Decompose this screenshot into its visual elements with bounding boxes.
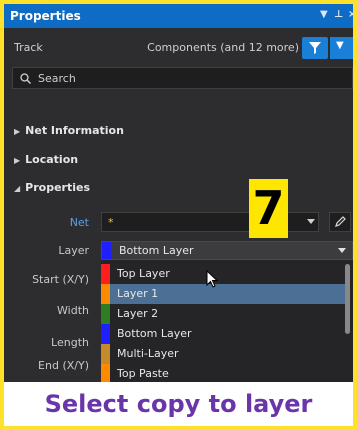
search-icon (20, 73, 31, 84)
collapsed-arrow-icon: ▶ (14, 127, 21, 136)
net-value: * (108, 216, 114, 229)
panel-titlebar: Properties ▼ ⊥ × (4, 4, 353, 28)
panel-title: Properties (10, 9, 81, 23)
components-filter-label[interactable]: Components (and 12 more) (147, 41, 299, 54)
layer-option-multi-layer[interactable]: Multi-Layer (101, 344, 345, 364)
layer-label: Layer (58, 244, 89, 257)
chevron-down-icon: ▼ (336, 40, 344, 51)
layer-swatch (101, 344, 110, 364)
expanded-arrow-icon: ◢ (14, 184, 21, 193)
section-label: Properties (25, 181, 90, 194)
edit-net-button[interactable] (329, 212, 351, 232)
section-location[interactable]: ▶ Location (14, 153, 78, 166)
layer-option-layer-1[interactable]: Layer 1 (101, 284, 345, 304)
layer-option-label: Layer 2 (117, 307, 159, 320)
layer-option-label: Top Layer (117, 267, 170, 280)
start-xy-label: Start (X/Y) (32, 273, 89, 286)
length-label: Length (51, 336, 89, 349)
layer-dropdown-list: Top Layer Layer 1 Layer 2 Bottom Layer M… (101, 260, 353, 382)
layer-swatch (101, 304, 110, 324)
close-icon[interactable]: × (348, 9, 353, 20)
layer-option-label: Multi-Layer (117, 347, 179, 360)
section-label: Net Information (25, 124, 124, 137)
filter-button[interactable] (302, 37, 328, 59)
panel-menu-icon[interactable]: ▼ (320, 9, 328, 20)
dropdown-scrollbar[interactable] (345, 264, 350, 334)
funnel-icon (309, 42, 321, 54)
layer-option-bottom-layer[interactable]: Bottom Layer (101, 324, 345, 344)
layer-option-top-paste[interactable]: Top Paste (101, 364, 345, 382)
layer-color-swatch (102, 242, 111, 259)
collapsed-arrow-icon: ▶ (14, 156, 21, 165)
search-placeholder: Search (38, 72, 76, 85)
layer-swatch (101, 324, 110, 344)
layer-select[interactable]: Bottom Layer (101, 241, 353, 260)
object-kind-label: Track (14, 41, 43, 54)
net-dropdown-caret-icon[interactable] (307, 219, 315, 224)
layer-option-label: Top Paste (117, 367, 169, 380)
layer-swatch (101, 264, 110, 284)
layer-option-top-layer[interactable]: Top Layer (101, 264, 345, 284)
layer-option-layer-2[interactable]: Layer 2 (101, 304, 345, 324)
pencil-icon (335, 216, 346, 227)
section-net-information[interactable]: ▶ Net Information (14, 124, 124, 137)
mouse-pointer-icon (206, 270, 219, 288)
properties-panel: Properties ▼ ⊥ × Track Components (and 1… (4, 4, 353, 382)
width-label: Width (57, 304, 89, 317)
chevron-down-icon (338, 248, 346, 253)
filter-row: Track Components (and 12 more) (4, 34, 353, 62)
layer-option-label: Layer 1 (117, 287, 159, 300)
step-caption: Select copy to layer (44, 390, 313, 418)
end-xy-label: End (X/Y) (38, 359, 89, 372)
net-label: Net (69, 216, 89, 229)
filter-dropdown-button[interactable]: ▼ (330, 37, 353, 59)
layer-swatch (101, 284, 110, 304)
layer-swatch (101, 364, 110, 382)
layer-option-label: Bottom Layer (117, 327, 192, 340)
step-number-badge: 7 (249, 179, 288, 238)
section-properties[interactable]: ◢ Properties (14, 181, 90, 194)
pin-icon[interactable]: ⊥ (334, 9, 343, 20)
layer-select-value: Bottom Layer (119, 244, 194, 257)
search-input[interactable]: Search (12, 67, 353, 89)
section-label: Location (25, 153, 79, 166)
